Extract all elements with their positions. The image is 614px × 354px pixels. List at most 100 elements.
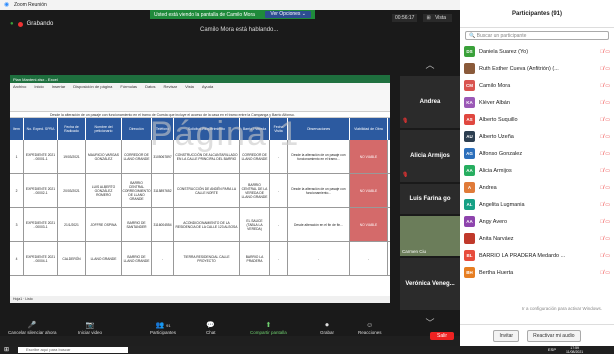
participant-name: Alfonso Gonzalez	[479, 150, 523, 157]
participants-panel: Participantes (91) 🔍 Buscar un participa…	[460, 0, 614, 346]
table-cell: EXPEDIENTE 2021 - 00003-1	[24, 208, 58, 241]
video-tile: Luis Farina go	[400, 184, 460, 214]
excel-menu-item: Fórmulas	[120, 84, 138, 89]
excel-menu-item: Vista	[185, 84, 194, 89]
video-tile: Carmen Ciu	[400, 216, 460, 256]
avatar: AA	[464, 216, 475, 227]
taskbar-clock[interactable]: 17:59 11/08/2021	[566, 346, 583, 354]
share-screen-button[interactable]: ⬆ Compartir pantalla	[250, 322, 287, 335]
avatar: AA	[464, 165, 475, 176]
participant-item[interactable]: KA Kléver Albán 🎙̸ ▭	[464, 94, 610, 111]
language-indicator[interactable]: ESP	[548, 347, 556, 352]
video-tile: Alicia Armijos 🎙	[400, 130, 460, 182]
windows-start-icon[interactable]: ⊞	[4, 346, 9, 353]
excel-ribbon	[10, 90, 390, 112]
column-header: Fecha de Radicado	[58, 118, 86, 140]
scroll-down-icon[interactable]: ﹀	[422, 316, 438, 328]
record-button[interactable]: ⏺ Grabar	[320, 322, 334, 335]
participant-item[interactable]: AS Alberto Suquillo 🎙̸ ▭	[464, 111, 610, 128]
avatar: CM	[464, 80, 475, 91]
participant-name: Anita Narváez	[479, 235, 514, 242]
avatar	[464, 233, 475, 244]
page-watermark: Página 1	[150, 115, 301, 153]
avatar: BH	[464, 267, 475, 278]
participant-item[interactable]: AL Angelita Lugmania 🎙̸ ▭	[464, 196, 610, 213]
muted-mic-icon: 🎙̸ ▭	[600, 150, 610, 157]
microphone-icon: 🎤	[27, 322, 37, 329]
scroll-up-icon[interactable]: ︿	[422, 58, 438, 70]
avatar: KA	[464, 97, 475, 108]
participant-item[interactable]: Anita Narváez 🎙̸ ▭	[464, 230, 610, 247]
table-cell: -	[350, 242, 388, 275]
participant-item[interactable]: A Andrea 🎙̸ ▭	[464, 179, 610, 196]
people-icon: 👥 91	[155, 322, 171, 329]
table-cell: 1	[10, 140, 24, 173]
column-header: Viabilidad de Obra	[350, 118, 388, 140]
reactivate-audio-button[interactable]: Reactivar mi audio	[527, 329, 581, 342]
table-cell: NO VIABLE	[350, 174, 388, 207]
table-cell: BARRIO CENTRAL CORREGIMIENTO DE LLANO GR…	[122, 174, 152, 207]
participant-item[interactable]: AG Alfonso Gonzalez 🎙̸ ▭	[464, 145, 610, 162]
participant-name: BARRIO LA PRADERA Medardo ...	[479, 252, 566, 259]
table-cell: NO VIABLE	[350, 140, 388, 173]
table-cell: 4	[10, 242, 24, 275]
participant-name: Alberto Uzeña	[479, 133, 514, 140]
avatar: AS	[464, 114, 475, 125]
table-cell: -	[152, 242, 174, 275]
participant-name: Alberto Suquillo	[479, 116, 518, 123]
participant-item[interactable]: Ruth Esther Cueva (Anfitrión) (... 🎙̸ ▭	[464, 60, 610, 77]
avatar: AG	[464, 148, 475, 159]
participant-item[interactable]: AA Angy Avero 🎙̸ ▭	[464, 213, 610, 230]
start-video-button[interactable]: 📷 Iniciar video	[78, 322, 102, 335]
active-speaker-text: Camilo Mora está hablando...	[200, 27, 279, 33]
table-cell: 3116004554	[152, 208, 174, 241]
view-options-button[interactable]: Ver Opciones ⌄	[265, 11, 311, 18]
meeting-timer: 00:56:17 ⊞ Vista	[392, 14, 453, 22]
share-banner: Usted está viendo la pantalla de Camilo …	[150, 10, 315, 19]
muted-mic-icon: 🎙̸ ▭	[600, 99, 610, 106]
muted-mic-icon: 🎙̸ ▭	[600, 184, 610, 191]
participant-item[interactable]: AA Alicia Armijos 🎙̸ ▭	[464, 162, 610, 179]
record-icon: ⏺	[325, 322, 329, 329]
participants-button[interactable]: 👥 91 Participantes	[150, 322, 176, 335]
avatar: AU	[464, 131, 475, 142]
excel-menu-item: Datos	[145, 84, 156, 89]
excel-menu-item: Ayuda	[201, 84, 214, 89]
table-cell: CORREDOR DE LLANO GRANDE	[122, 140, 152, 173]
table-cell: 19/03/2021	[58, 140, 86, 173]
muted-mic-icon: 🎙̸ ▭	[600, 65, 610, 72]
taskbar: ⊞ Escribe aquí para buscar ESP 17:59 11/0…	[0, 346, 614, 354]
muted-mic-icon: 🎙̸ ▭	[600, 269, 610, 276]
table-cell: -	[270, 174, 288, 207]
participant-item[interactable]: DS Daniela Suarez (Yo) 🎙̸ ▭	[464, 43, 610, 60]
muted-mic-icon: 🎙̸ ▭	[600, 201, 610, 208]
unmute-button[interactable]: 🎤 Cancelar silenciar ahora	[8, 322, 57, 335]
panel-title: Participantes (91)	[460, 0, 614, 28]
video-tile: Andrea 🎙	[400, 76, 460, 128]
chat-button[interactable]: 💬 Chat	[206, 322, 216, 335]
taskbar-search-input[interactable]: Escribe aquí para buscar	[18, 347, 128, 353]
leave-button[interactable]: Salir	[429, 332, 454, 340]
table-cell: BARRIO DE SANTANDER	[122, 208, 152, 241]
view-button[interactable]: ⊞ Vista	[423, 14, 453, 22]
participant-name: Camilo Mora	[479, 82, 511, 89]
participant-name: Ruth Esther Cueva (Anfitrión) (...	[479, 65, 559, 72]
excel-menu-item: Inicio	[34, 84, 44, 89]
participant-item[interactable]: BH Bertha Huerta 🎙̸ ▭	[464, 264, 610, 281]
participant-item[interactable]: AU Alberto Uzeña 🎙̸ ▭	[464, 128, 610, 145]
invite-button[interactable]: Invitar	[493, 329, 520, 342]
participant-search-input[interactable]: 🔍 Buscar un participante	[465, 31, 609, 40]
reactions-button[interactable]: ☺ Reacciones	[358, 322, 382, 335]
muted-mic-icon: 🎙̸ ▭	[600, 235, 610, 242]
participant-item[interactable]: CM Camilo Mora 🎙̸ ▭	[464, 77, 610, 94]
recording-label: Grabando	[26, 21, 54, 27]
table-cell: Desde alteración en el fin de fin...	[288, 208, 350, 241]
table-cell: 21/1/2021	[58, 208, 86, 241]
excel-menu-item: Revisar	[163, 84, 178, 89]
participant-item[interactable]: BL BARRIO LA PRADERA Medardo ... 🎙̸ ▭	[464, 247, 610, 264]
excel-title-bar: Plan Manteni.xlsx - Excel	[10, 75, 390, 83]
avatar	[464, 63, 475, 74]
video-tile: Verónica Veneg...	[400, 258, 460, 310]
table-cell: EXPEDIENTE 2021 - 00004-1	[24, 242, 58, 275]
shield-icon: ●	[10, 21, 14, 27]
